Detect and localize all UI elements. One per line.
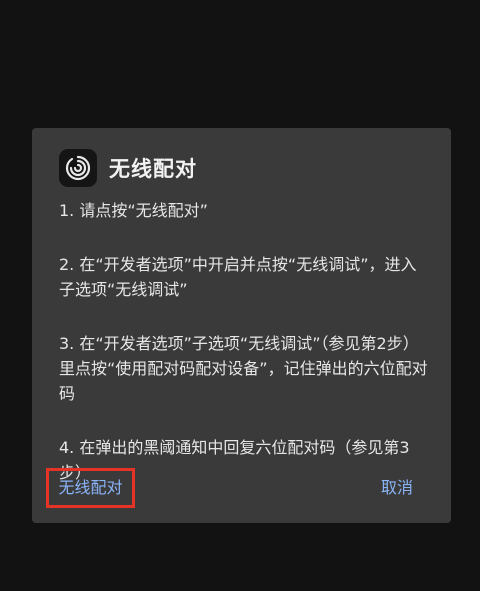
dialog-title: 无线配对 bbox=[109, 157, 197, 181]
cancel-button[interactable]: 取消 bbox=[381, 468, 413, 508]
instruction-step-3: 3. 在“开发者选项”子选项“无线调试”（参见第2步）里点按“使用配对码配对设备… bbox=[59, 334, 428, 403]
instruction-step-1: 1. 请点按“无线配对” bbox=[59, 201, 208, 220]
instruction-step-2: 2. 在“开发者选项”中开启并点按“无线调试”，进入子选项“无线调试” bbox=[59, 255, 417, 299]
wireless-pair-button[interactable]: 无线配对 bbox=[46, 468, 135, 508]
dialog-header: 无线配对 bbox=[59, 148, 197, 188]
swirl-app-icon bbox=[59, 149, 97, 187]
dialog-actions: 无线配对 取消 bbox=[32, 468, 451, 508]
wireless-pairing-dialog: 无线配对 1. 请点按“无线配对” 2. 在“开发者选项”中开启并点按“无线调试… bbox=[32, 128, 451, 523]
dialog-instructions: 1. 请点按“无线配对” 2. 在“开发者选项”中开启并点按“无线调试”，进入子… bbox=[59, 198, 431, 485]
